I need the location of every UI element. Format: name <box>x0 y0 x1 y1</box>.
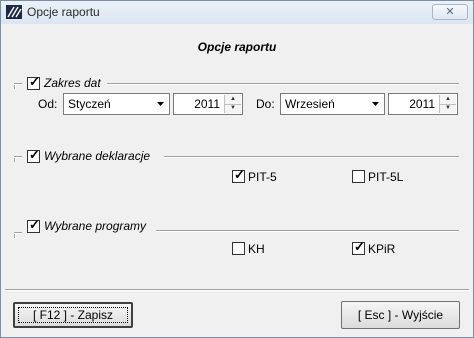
pit5l-checkbox[interactable] <box>352 170 365 183</box>
exit-button-label: [ Esc ] - Wyjście <box>357 308 444 322</box>
pit5-label: PIT-5 <box>248 170 277 184</box>
from-year-spinner[interactable]: 2011 ▲ ▼ <box>173 93 243 115</box>
declarations-checkbox[interactable]: ✓ <box>27 147 40 163</box>
pit5-checkbox[interactable]: ✓ <box>232 167 245 183</box>
from-label: Od: <box>38 97 58 111</box>
checkmark-icon: ✓ <box>29 147 40 162</box>
to-label: Do: <box>256 97 275 111</box>
close-icon: ✕ <box>445 6 455 18</box>
group-frame-line <box>156 230 459 232</box>
kpir-label: KPiR <box>368 242 396 256</box>
checkmark-icon: ✓ <box>29 217 40 232</box>
kpir-checkbox[interactable]: ✓ <box>352 239 365 255</box>
exit-button[interactable]: [ Esc ] - Wyjście <box>341 301 460 329</box>
pit5l-label: PIT-5L <box>368 170 404 184</box>
programs-checkbox[interactable]: ✓ <box>27 217 40 233</box>
focus-rectangle <box>18 307 128 323</box>
checkmark-icon: ✓ <box>234 167 245 182</box>
declarations-label: Wybrane deklaracje <box>44 149 151 163</box>
date-range-label: Zakres dat <box>44 76 101 90</box>
spinner-arrows-icon[interactable]: ▲ ▼ <box>439 95 456 113</box>
dialog-body: Opcje raportu ✓ Zakres dat Od: Styczeń 2… <box>1 24 473 337</box>
checkmark-icon: ✓ <box>29 74 40 89</box>
close-button[interactable]: ✕ <box>432 4 468 20</box>
to-year-spinner[interactable]: 2011 ▲ ▼ <box>388 93 458 115</box>
from-month-select[interactable]: Styczeń <box>63 93 170 115</box>
checkmark-icon: ✓ <box>354 239 365 254</box>
dialog-window: Opcje raportu ✕ Opcje raportu ✓ Zakres d… <box>0 0 474 338</box>
spin-down-icon[interactable]: ▼ <box>440 104 456 113</box>
kh-label: KH <box>248 242 265 256</box>
group-frame-line <box>14 232 22 234</box>
window-title: Opcje raportu <box>27 5 100 19</box>
save-button[interactable]: [ F12 ] - Zapisz <box>13 302 133 328</box>
programs-label: Wybrane programy <box>44 219 147 233</box>
from-year-value: 2011 <box>194 97 220 111</box>
chevron-down-icon[interactable] <box>368 95 383 113</box>
group-frame-line <box>107 83 459 85</box>
app-logo-icon <box>6 5 22 19</box>
spinner-arrows-icon[interactable]: ▲ ▼ <box>224 95 241 113</box>
from-month-value: Styczeń <box>68 97 111 111</box>
spin-down-icon[interactable]: ▼ <box>225 104 241 113</box>
group-frame-line <box>14 156 22 158</box>
kh-checkbox[interactable] <box>232 242 245 255</box>
to-month-value: Wrzesień <box>285 97 335 111</box>
group-frame-line <box>14 83 22 85</box>
title-bar[interactable]: Opcje raportu ✕ <box>1 1 473 24</box>
group-frame-line <box>164 156 459 158</box>
footer-separator <box>5 289 469 291</box>
date-range-checkbox[interactable]: ✓ <box>27 74 40 90</box>
page-title: Opcje raportu <box>197 40 277 54</box>
chevron-down-icon[interactable] <box>153 95 168 113</box>
to-month-select[interactable]: Wrzesień <box>280 93 385 115</box>
to-year-value: 2011 <box>409 97 435 111</box>
